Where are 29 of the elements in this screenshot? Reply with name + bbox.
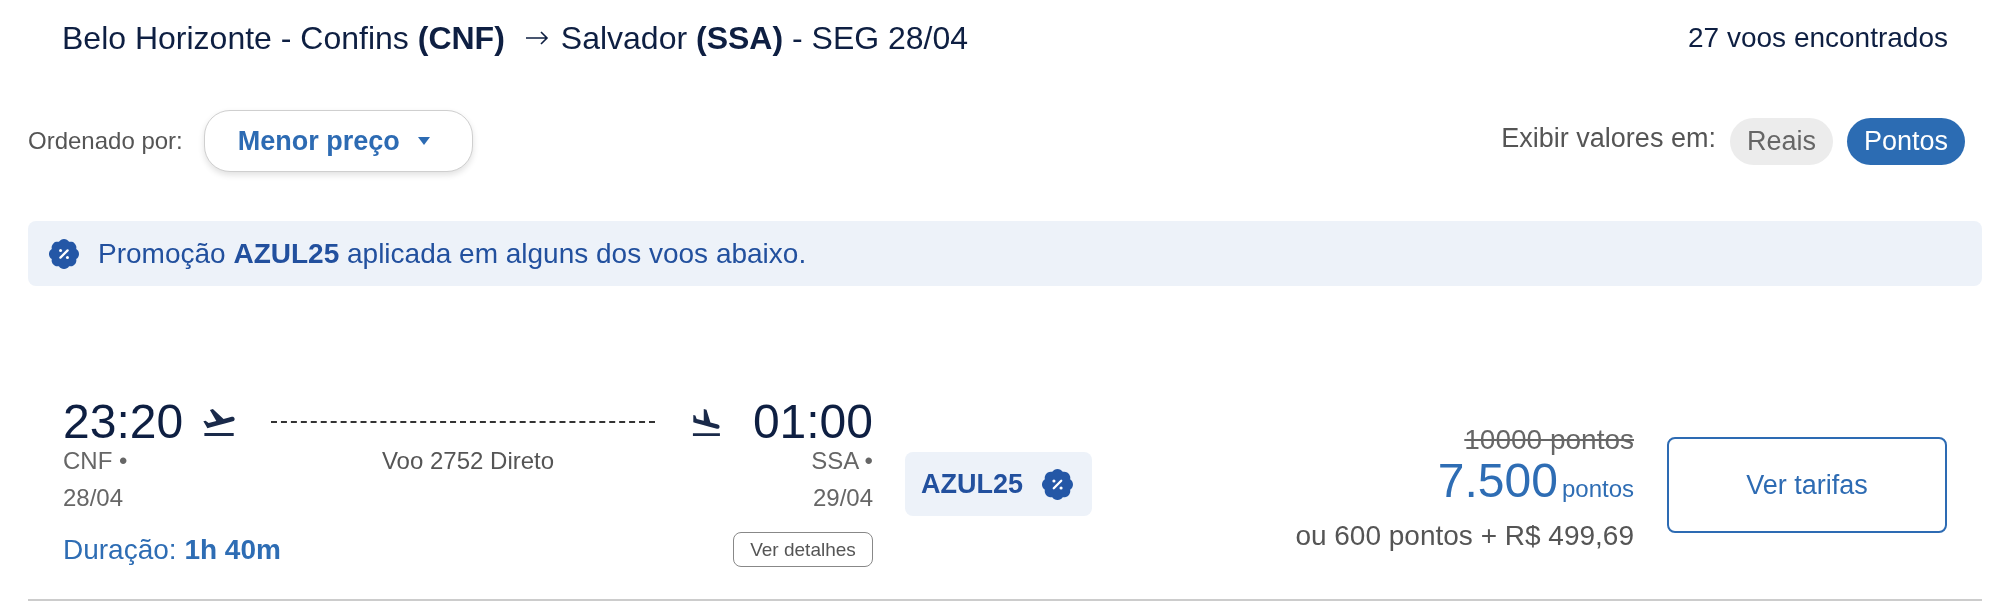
- departure-airport: CNF •: [63, 446, 128, 476]
- arrow-right-icon: [524, 31, 549, 45]
- arrival-date: 29/04: [812, 483, 873, 513]
- percent-badge-icon: [1042, 468, 1073, 500]
- arrival-airport: SSA •: [811, 446, 873, 476]
- fares-button[interactable]: Ver tarifas: [1667, 437, 1947, 533]
- price-unit: pontos: [1561, 475, 1634, 503]
- original-price: 10000 pontos: [1464, 424, 1634, 456]
- currency-label: Exibir valores em:: [1501, 122, 1716, 154]
- details-button[interactable]: Ver detalhes: [733, 532, 873, 567]
- flight-info: Voo 2752 Direto: [381, 446, 555, 476]
- arrival-time: 01:00: [752, 402, 873, 442]
- results-count: 27 voos encontrados: [1688, 22, 1948, 54]
- sort-dropdown[interactable]: Menor preço: [203, 110, 473, 172]
- route-origin: Belo Horizonte - Confins (CNF): [62, 19, 505, 57]
- route-destination: Salvador (SSA) - SEG 28/04: [560, 19, 969, 57]
- currency-option[interactable]: Pontos: [1846, 117, 1965, 165]
- percent-badge-icon: [49, 238, 79, 269]
- departure-time: 23:20: [63, 402, 184, 442]
- sort-label: Ordenado por:: [28, 127, 183, 155]
- alternative-price: ou 600 pontos + R$ 499,69: [1295, 520, 1634, 552]
- duration-text: Duração: 1h 40m: [63, 533, 281, 566]
- promo-code: AZUL25: [921, 468, 1023, 500]
- promo-message: Promoção AZUL25 aplicada em alguns dos voos abaixo.: [98, 237, 807, 270]
- price-amount: 7.500: [1437, 456, 1558, 506]
- caret-down-icon: [417, 137, 430, 145]
- currency-option[interactable]: Reais: [1729, 117, 1833, 165]
- departure-date: 28/04: [63, 483, 124, 513]
- takeoff-icon: [203, 408, 237, 436]
